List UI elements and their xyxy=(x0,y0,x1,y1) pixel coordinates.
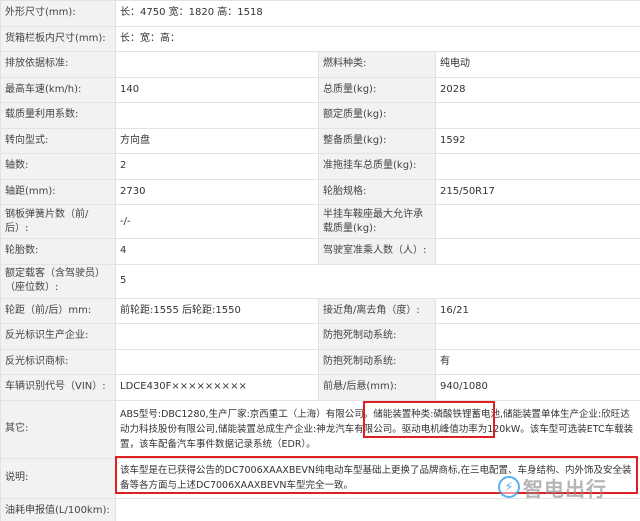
label-cargo-dimensions: 货箱栏板内尺寸(mm): xyxy=(0,25,116,52)
label-overhang: 前悬/后悬(mm): xyxy=(318,374,436,401)
label-leaf-springs: 钢板弹簧片数（前/后）: xyxy=(0,204,116,239)
table-row: 轴距(mm): 2730 轮胎规格: 215/50R17 xyxy=(0,178,640,205)
label-emission-standard: 排放依据标准: xyxy=(0,51,116,78)
label-max-speed: 最高车速(km/h): xyxy=(0,76,116,103)
value-overhang: 940/1080 xyxy=(434,374,640,401)
value-max-speed: 140 xyxy=(115,76,319,103)
label-vin: 车辆识别代号（VIN）: xyxy=(0,374,116,401)
label-other: 其它: xyxy=(0,399,116,459)
table-row: 额定载客（含驾驶员）（座位数）: 5 xyxy=(0,263,640,299)
watermark: ⚡ 智电出行 xyxy=(498,472,607,502)
table-row: 车辆识别代号（VIN）: LDCE430F××××××××× 前悬/后悬(mm)… xyxy=(0,374,640,401)
label-rated-passengers: 额定载客（含驾驶员）（座位数）: xyxy=(0,263,116,299)
table-row: 钢板弹簧片数（前/后）: -/- 半挂车鞍座最大允许承载质量(kg): xyxy=(0,204,640,239)
vehicle-spec-table: 外形尺寸(mm): 长：4750 宽：1820 高：1518 货箱栏板内尺寸(m… xyxy=(0,0,640,521)
label-reflector-brand: 反光标识商标: xyxy=(0,348,116,375)
value-reflector-brand xyxy=(115,348,319,375)
value-axle-count: 2 xyxy=(115,153,319,180)
table-row: 轮胎数: 4 驾驶室准乘人数（人）: xyxy=(0,238,640,265)
table-row: 转向型式: 方向盘 整备质量(kg): 1592 xyxy=(0,127,640,154)
label-dimensions: 外形尺寸(mm): xyxy=(0,0,116,27)
value-track-width: 前轮距:1555 后轮距:1550 xyxy=(115,297,319,324)
value-load-factor xyxy=(115,102,319,129)
value-abs-1 xyxy=(434,323,640,350)
highlight-battery-type xyxy=(363,401,495,438)
lightning-icon: ⚡ xyxy=(498,476,520,498)
label-axle-count: 轴数: xyxy=(0,153,116,180)
value-reflector-maker xyxy=(115,323,319,350)
value-tire-count: 4 xyxy=(115,238,319,265)
value-trailer-mass xyxy=(434,153,640,180)
label-wheelbase: 轴距(mm): xyxy=(0,178,116,205)
value-approach-departure: 16/21 xyxy=(434,297,640,324)
label-tire-count: 轮胎数: xyxy=(0,238,116,265)
label-saddle-load: 半挂车鞍座最大允许承载质量(kg): xyxy=(318,204,436,239)
table-row: 轮距（前/后）mm: 前轮距:1555 后轮距:1550 接近角/离去角（度）:… xyxy=(0,297,640,324)
value-curb-mass: 1592 xyxy=(434,127,640,154)
watermark-text: 智电出行 xyxy=(523,476,607,501)
label-abs-2: 防抱死制动系统: xyxy=(318,348,436,375)
table-row: 反光标识商标: 防抱死制动系统: 有 xyxy=(0,348,640,375)
label-approach-departure: 接近角/离去角（度）: xyxy=(318,297,436,324)
value-cab-seats xyxy=(434,238,640,265)
label-tire-spec: 轮胎规格: xyxy=(318,178,436,205)
label-notes: 说明: xyxy=(0,457,116,499)
value-leaf-springs: -/- xyxy=(115,204,319,239)
value-dimensions: 长：4750 宽：1820 高：1518 xyxy=(114,0,640,27)
value-abs-2: 有 xyxy=(434,348,640,375)
table-row: 轴数: 2 准拖挂车总质量(kg): xyxy=(0,153,640,180)
label-abs-1: 防抱死制动系统: xyxy=(318,323,436,350)
table-row: 其它: ABS型号:DBC1280,生产厂家:京西重工（上海）有限公司。储能装置… xyxy=(0,399,640,459)
label-cab-seats: 驾驶室准乘人数（人）: xyxy=(318,238,436,265)
label-steering: 转向型式: xyxy=(0,127,116,154)
label-gross-mass: 总质量(kg): xyxy=(318,76,436,103)
label-track-width: 轮距（前/后）mm: xyxy=(0,297,116,324)
label-curb-mass: 整备质量(kg): xyxy=(318,127,436,154)
label-rated-mass: 额定质量(kg): xyxy=(318,102,436,129)
table-row: 货箱栏板内尺寸(mm): 长：宽：高： xyxy=(0,25,640,52)
value-emission-standard xyxy=(115,51,319,78)
value-wheelbase: 2730 xyxy=(115,178,319,205)
table-row: 载质量利用系数: 额定质量(kg): xyxy=(0,102,640,129)
spec-sheet: 外形尺寸(mm): 长：4750 宽：1820 高：1518 货箱栏板内尺寸(m… xyxy=(0,0,640,521)
value-gross-mass: 2028 xyxy=(434,76,640,103)
table-row: 最高车速(km/h): 140 总质量(kg): 2028 xyxy=(0,76,640,103)
value-saddle-load xyxy=(434,204,640,239)
value-rated-passengers: 5 xyxy=(114,263,640,299)
value-fuel-type: 纯电动 xyxy=(434,51,640,78)
table-row: 排放依据标准: 燃料种类: 纯电动 xyxy=(0,51,640,78)
label-fuel-type: 燃料种类: xyxy=(318,51,436,78)
table-row: 外形尺寸(mm): 长：4750 宽：1820 高：1518 xyxy=(0,0,640,27)
value-steering: 方向盘 xyxy=(115,127,319,154)
table-row: 反光标识生产企业: 防抱死制动系统: xyxy=(0,323,640,350)
value-rated-mass xyxy=(434,102,640,129)
label-trailer-mass: 准拖挂车总质量(kg): xyxy=(318,153,436,180)
label-fuel-consumption: 油耗申报值(L/100km): xyxy=(0,497,116,521)
label-load-factor: 载质量利用系数: xyxy=(0,102,116,129)
value-vin: LDCE430F××××××××× xyxy=(115,374,319,401)
value-cargo-dimensions: 长：宽：高： xyxy=(114,25,640,52)
value-tire-spec: 215/50R17 xyxy=(434,178,640,205)
label-reflector-maker: 反光标识生产企业: xyxy=(0,323,116,350)
